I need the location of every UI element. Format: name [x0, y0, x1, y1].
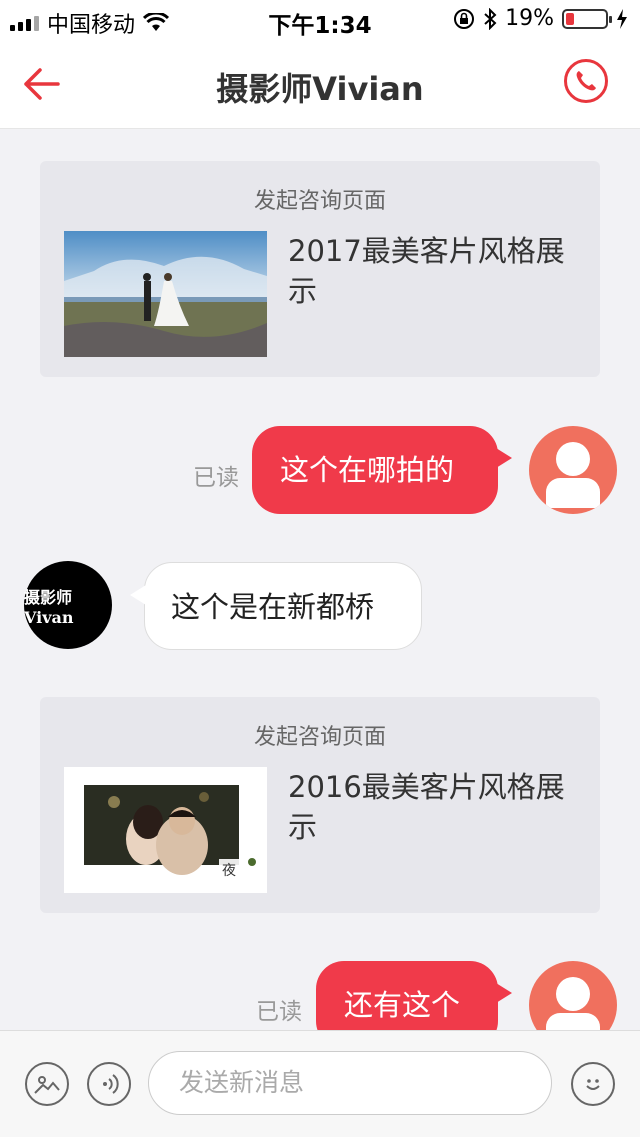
nav-bar: 摄影师Vivian [0, 40, 640, 129]
image-icon [34, 1076, 60, 1094]
card-title: 发起咨询页面 [253, 189, 386, 214]
message-input[interactable]: 发送新消息 [148, 1051, 552, 1115]
sent-message-bubble[interactable]: 这个在哪拍的 [252, 426, 512, 514]
call-button[interactable] [564, 59, 608, 103]
bluetooth-icon [484, 7, 497, 30]
svg-text:夜: 夜 [222, 863, 236, 879]
consult-card[interactable]: 发起咨询页面 夜 2016最美客片风格展示 [40, 697, 600, 913]
read-status: 已读 [256, 999, 302, 1025]
orientation-lock-icon [454, 8, 475, 29]
consult-card[interactable]: 发起咨询页面 2017最美客片风格展示 [40, 161, 600, 377]
received-message-bubble[interactable]: 这个是在新都桥 [130, 562, 422, 650]
emoji-icon [586, 1079, 600, 1090]
user-avatar[interactable] [529, 426, 617, 514]
status-bar: 中国移动 下午1:34 19% [0, 0, 640, 40]
card-thumbnail: 夜 [64, 767, 267, 893]
image-button[interactable] [25, 1062, 69, 1106]
card-text: 2017最美客片风格展示 [288, 234, 565, 308]
voice-button[interactable] [87, 1062, 131, 1106]
battery-icon [562, 8, 612, 29]
emoji-button[interactable] [571, 1062, 615, 1106]
charging-icon [617, 8, 627, 29]
card-text: 2016最美客片风格展示 [288, 770, 565, 844]
voice-icon [103, 1074, 119, 1094]
input-bar: 发送新消息 [0, 1030, 640, 1137]
page-title: 摄影师Vivian [216, 70, 424, 108]
card-thumbnail [64, 231, 267, 357]
status-right: 19% [453, 6, 628, 31]
battery-percent: 19% [505, 6, 554, 31]
phone-icon [576, 71, 596, 91]
card-title: 发起咨询页面 [253, 725, 386, 750]
avatar-text: 摄影师Vivan [24, 587, 74, 627]
photographer-avatar[interactable]: 摄影师Vivan [24, 561, 112, 649]
read-status: 已读 [193, 465, 239, 491]
